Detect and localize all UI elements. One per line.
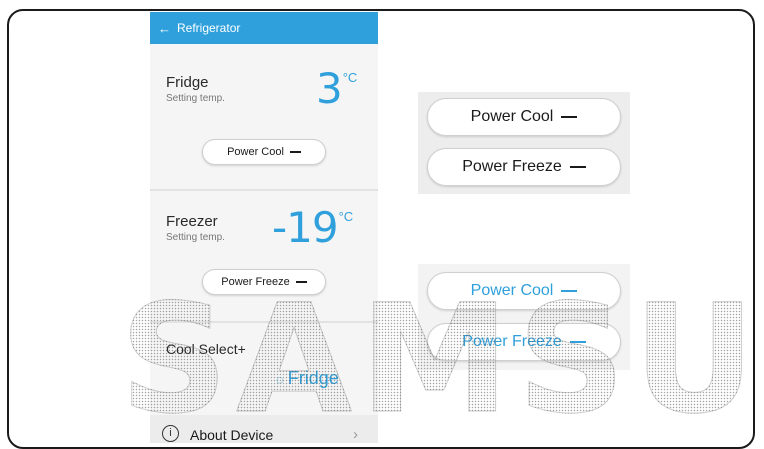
freezer-title: Freezer (166, 213, 218, 230)
about-device-row[interactable]: i About Device › (150, 415, 378, 443)
minus-icon (295, 281, 307, 283)
app-bar: ← Refrigerator (150, 12, 378, 44)
phone-screen: ← Refrigerator Fridge Setting temp. 3°C … (150, 12, 378, 443)
back-arrow-icon[interactable]: ← (158, 21, 171, 36)
freezer-temperature[interactable]: -19°C (272, 203, 353, 252)
callout-power-cool-label: Power Cool (470, 108, 554, 125)
callout-power-freeze-label: Power Freeze (462, 158, 562, 175)
fridge-temperature[interactable]: 3°C (316, 64, 357, 113)
fridge-temp-unit: °C (342, 70, 358, 85)
callout-power-cool-active-label: Power Cool (470, 282, 554, 299)
callout-power-freeze-active-label: Power Freeze (462, 333, 562, 350)
power-freeze-button[interactable]: Power Freeze (202, 269, 326, 295)
about-device-label: About Device (190, 427, 274, 443)
minus-icon (569, 341, 586, 343)
minus-icon (569, 166, 586, 168)
cool-select-mode[interactable]: ◌ Fridge (276, 368, 339, 389)
minus-icon (289, 151, 301, 153)
cool-select-mode-label: Fridge (287, 368, 339, 388)
freezer-subtitle: Setting temp. (166, 232, 225, 243)
freezer-temp-value: -19 (272, 203, 339, 252)
cool-select-title: Cool Select+ (166, 341, 246, 357)
cool-select-section: Cool Select+ ◌ Fridge (150, 323, 378, 415)
chevron-right-icon: › (353, 426, 358, 443)
outer-frame (7, 9, 755, 449)
active-buttons-callout: Power Cool Power Freeze (418, 264, 630, 370)
fridge-title: Fridge (166, 74, 209, 91)
power-cool-button[interactable]: Power Cool (202, 139, 326, 165)
power-cool-label: Power Cool (227, 146, 284, 158)
fridge-subtitle: Setting temp. (166, 93, 225, 104)
fridge-section: Fridge Setting temp. 3°C Power Cool (150, 44, 378, 191)
callout-power-freeze-active-button[interactable]: Power Freeze (427, 323, 621, 361)
minus-icon (561, 116, 578, 118)
callout-power-cool-active-button[interactable]: Power Cool (427, 272, 621, 310)
freezer-temp-unit: °C (338, 209, 354, 224)
callout-power-freeze-button[interactable]: Power Freeze (427, 148, 621, 186)
app-title: Refrigerator (177, 21, 241, 35)
minus-icon (561, 290, 578, 292)
droplet-icon: ◌ (276, 372, 284, 387)
default-buttons-callout: Power Cool Power Freeze (418, 92, 630, 194)
callout-power-cool-button[interactable]: Power Cool (427, 98, 621, 136)
power-freeze-label: Power Freeze (221, 276, 290, 288)
freezer-section: Freezer Setting temp. -19°C Power Freeze (150, 191, 378, 323)
info-icon: i (162, 425, 179, 442)
fridge-temp-value: 3 (316, 64, 343, 113)
